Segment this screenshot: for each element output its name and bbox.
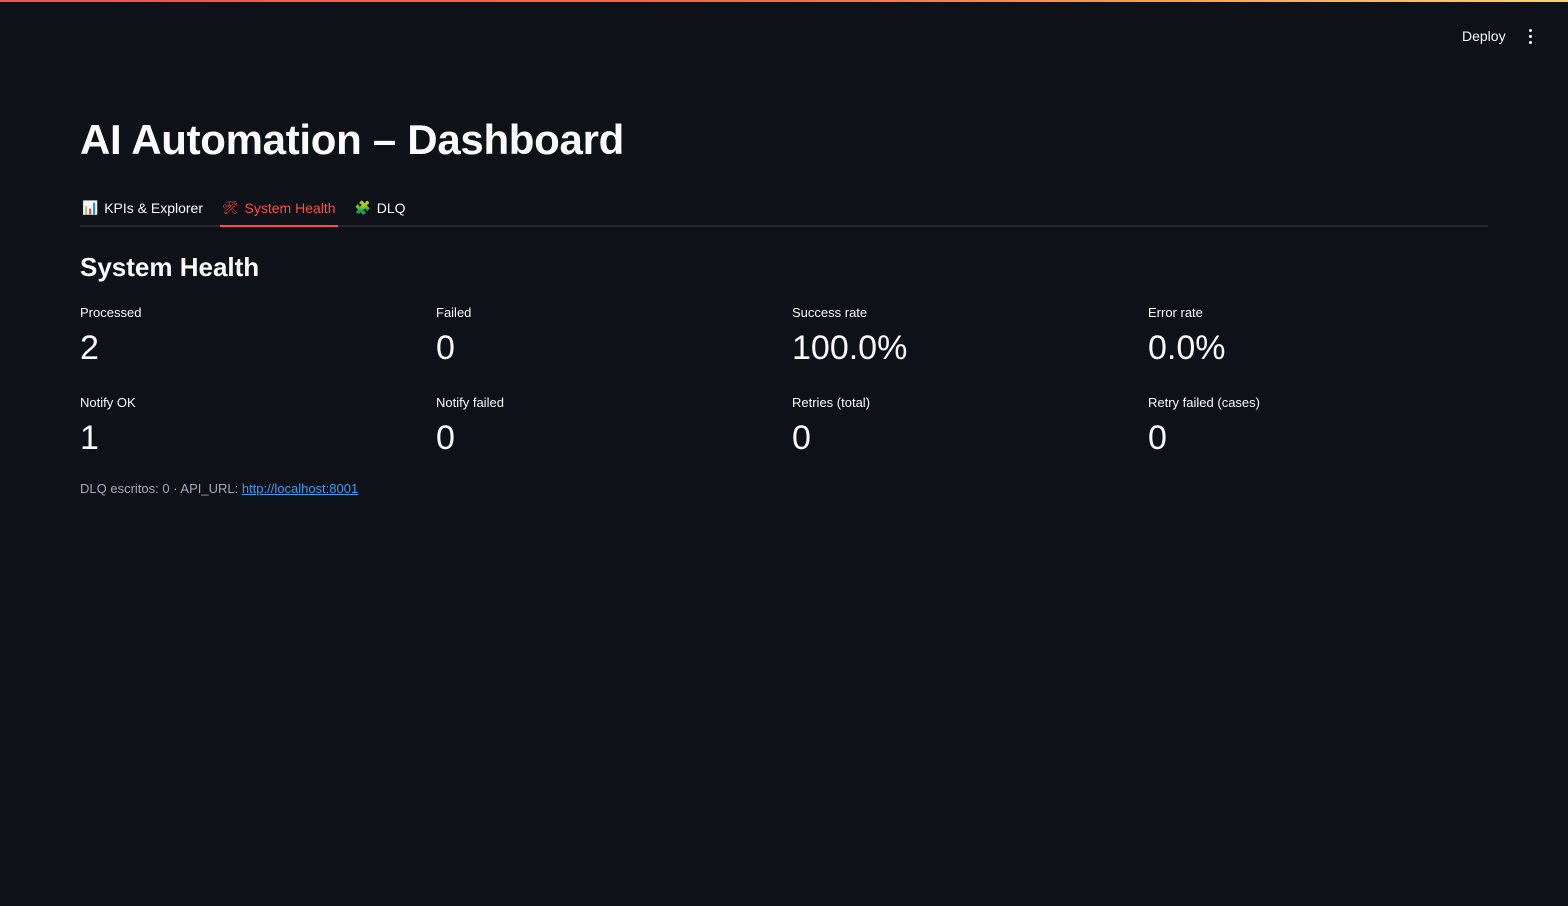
metric-label: Failed (436, 305, 472, 320)
bar-chart-icon: 📊 (82, 199, 99, 215)
metric-value: 1 (80, 419, 99, 457)
tab-label: DLQ (376, 199, 406, 216)
api-url-link[interactable]: http://localhost:8001 (242, 481, 358, 496)
tools-icon: 🛠 (222, 199, 239, 215)
metric-success-rate: Success rate 100.0% (792, 304, 1148, 373)
metric-label: Processed (80, 305, 142, 320)
metric-label: Error rate (1148, 305, 1203, 320)
puzzle-icon: 🧩 (354, 199, 371, 215)
metric-label: Notify failed (436, 395, 504, 410)
status-caption: DLQ escritos: 0 · API_URL: http://localh… (80, 481, 358, 496)
metrics-grid: Processed 2 Failed 0 Success rate 100.0%… (80, 304, 1504, 463)
metric-retries-total: Retries (total) 0 (792, 394, 1148, 463)
metric-label: Notify OK (80, 395, 136, 410)
metric-label: Retries (total) (792, 395, 871, 410)
metric-error-rate: Error rate 0.0% (1148, 304, 1504, 373)
tab-bar: 📊 KPIs & Explorer 🛠 System Health 🧩 DLQ (80, 190, 1488, 227)
tab-system-health[interactable]: 🛠 System Health (220, 190, 338, 227)
metric-value: 0 (436, 329, 455, 367)
metric-value: 2 (80, 329, 99, 367)
deploy-button[interactable]: Deploy (1450, 24, 1518, 48)
metric-value: 100.0% (792, 329, 908, 367)
metric-value: 0 (792, 419, 811, 457)
metric-notify-failed: Notify failed 0 (436, 394, 792, 463)
metric-notify-ok: Notify OK 1 (80, 394, 436, 463)
tab-label: System Health (244, 199, 336, 216)
metric-label: Success rate (792, 305, 868, 320)
tab-label: KPIs & Explorer (104, 199, 204, 216)
metric-value: 0 (436, 419, 455, 457)
metric-processed: Processed 2 (80, 304, 436, 373)
tab-kpis-explorer[interactable]: 📊 KPIs & Explorer (80, 190, 205, 225)
tab-dlq[interactable]: 🧩 DLQ (353, 190, 408, 225)
section-title: System Health (80, 252, 260, 282)
kebab-menu-icon[interactable] (1518, 24, 1542, 48)
metric-value: 0.0% (1148, 329, 1226, 367)
metric-label: Retry failed (cases) (1148, 395, 1260, 410)
metric-value: 0 (1148, 419, 1167, 457)
app-header: Deploy (0, 0, 1568, 72)
metric-retry-failed-cases: Retry failed (cases) 0 (1148, 394, 1504, 463)
page-title: AI Automation – Dashboard (80, 116, 624, 163)
metric-failed: Failed 0 (436, 304, 792, 373)
caption-text: DLQ escritos: 0 · API_URL: (80, 481, 242, 496)
